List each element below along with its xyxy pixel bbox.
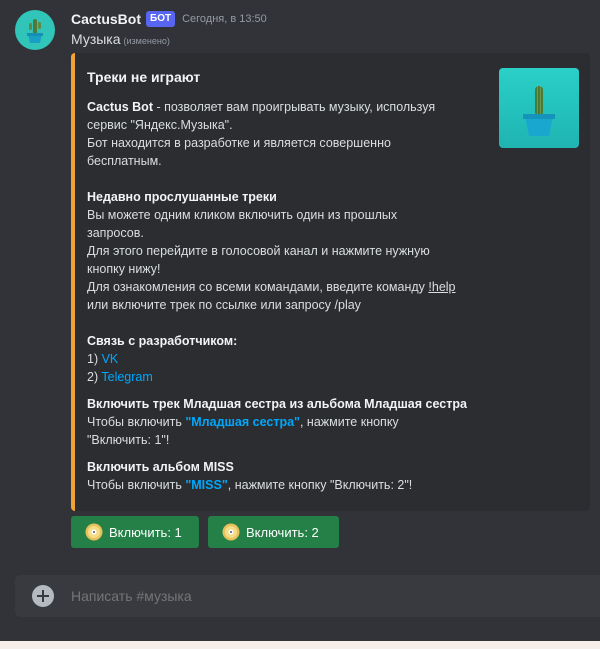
desc-line: Вы можете одним кликом включить один из … [87, 208, 398, 222]
desc-bold: Cactus Bot [87, 100, 153, 114]
field-value: Чтобы включить "Младшая сестра", нажмите… [87, 413, 492, 431]
recent-title-text: Недавно прослушанные треки [87, 190, 277, 204]
desc-line: Для этого перейдите в голосовой канал и … [87, 244, 430, 258]
vk-link[interactable]: VK [102, 352, 119, 366]
message-input[interactable] [71, 575, 571, 617]
desc-line: сервис "Яндекс.Музыка". [87, 118, 233, 132]
contact-prefix: 1) [87, 352, 102, 366]
contact-title-text: Связь с разработчиком: [87, 334, 238, 348]
contact-line: 2) Telegram [87, 368, 492, 386]
desc-line: бесплатным. [87, 154, 162, 168]
recent-title: Недавно прослушанные треки [87, 188, 492, 206]
author-name[interactable]: CactusBot [71, 11, 141, 27]
message-text: Музыка [71, 31, 121, 47]
embed-field-2: Включить альбом MISS Чтобы включить "MIS… [87, 458, 492, 494]
embed-field-1: Включить трек Младшая сестра из альбома … [87, 395, 492, 449]
contact-line: 1) VK [87, 350, 492, 368]
field-name: Включить трек Младшая сестра из альбома … [87, 397, 467, 411]
play-button-2[interactable]: Включить: 2 [208, 516, 339, 548]
album-highlight: "MISS" [185, 478, 228, 492]
desc-line: Cactus Bot - позволяет вам проигрывать м… [87, 98, 492, 116]
contact-title: Связь с разработчиком: [87, 332, 492, 350]
message-content: Музыка (изменено) [71, 31, 170, 47]
embed-title: Треки не играют [87, 69, 201, 85]
track-highlight: "Младшая сестра" [185, 415, 300, 429]
timestamp: Сегодня, в 13:50 [182, 13, 267, 25]
embed-thumbnail[interactable] [499, 68, 579, 148]
telegram-link[interactable]: Telegram [101, 370, 152, 384]
button-label: Включить: 1 [109, 524, 182, 540]
edited-label: (изменено) [123, 36, 170, 46]
field-text: , нажмите кнопку [299, 415, 399, 429]
help-command-link[interactable]: !help [428, 280, 455, 294]
bot-tag: БОТ [146, 11, 176, 27]
contact-prefix: 2) [87, 370, 102, 384]
desc-text: Для ознакомления со всеми командами, вве… [87, 280, 429, 294]
embed-description: Cactus Bot - позволяет вам проигрывать м… [87, 98, 492, 386]
play-button-1[interactable]: Включить: 1 [71, 516, 199, 548]
desc-line: Для ознакомления со всеми командами, вве… [87, 278, 492, 296]
field-name: Включить альбом MISS [87, 460, 234, 474]
plus-circle-icon[interactable] [32, 585, 54, 607]
desc-line: запросов. [87, 226, 144, 240]
field-text: , нажмите кнопку "Включить: 2"! [227, 478, 413, 492]
cd-icon [222, 523, 240, 541]
field-value: Чтобы включить "MISS", нажмите кнопку "В… [87, 476, 492, 494]
desc-line: Бот находится в разработке и является со… [87, 136, 391, 150]
desc-line: или включите трек по ссылке или запросу … [87, 298, 361, 312]
field-text: Чтобы включить [87, 415, 186, 429]
desc-line: кнопку нижу! [87, 262, 161, 276]
avatar[interactable] [15, 10, 55, 50]
window-edge [0, 641, 600, 649]
embed-body: Треки не играют Cactus Bot - позволяет в… [87, 69, 492, 494]
message-composer [15, 575, 600, 617]
cactus-icon [523, 86, 555, 136]
button-label: Включить: 2 [246, 524, 319, 540]
message: CactusBot БОТ Сегодня, в 13:50 Музыка (из… [0, 0, 600, 560]
message-header: CactusBot БОТ Сегодня, в 13:50 [71, 10, 267, 28]
desc-text: - позволяет вам проигрывать музыку, испо… [152, 100, 436, 114]
embed: Треки не играют Cactus Bot - позволяет в… [71, 53, 590, 511]
field-value: "Включить: 1"! [87, 433, 170, 447]
cd-icon [85, 523, 103, 541]
cactus-icon [27, 19, 43, 43]
field-text: Чтобы включить [87, 478, 186, 492]
